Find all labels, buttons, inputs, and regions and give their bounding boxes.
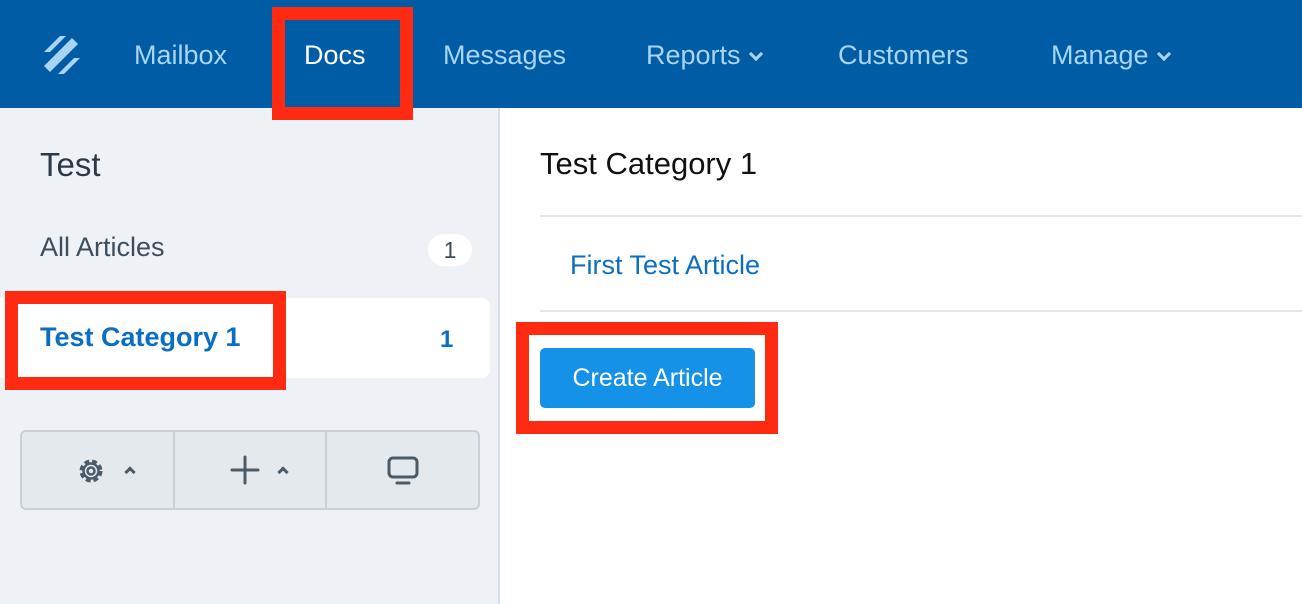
sidebar-item-all-articles[interactable]: All Articles 1 (0, 220, 490, 276)
sidebar: Test All Articles 1 Test Category 1 1 (0, 108, 500, 604)
helpscout-logo-icon[interactable] (40, 30, 84, 80)
nav-docs[interactable]: Docs (304, 38, 366, 72)
nav-mailbox[interactable]: Mailbox (134, 38, 227, 72)
chevron-up-icon (124, 466, 136, 478)
nav-reports[interactable]: Reports (646, 38, 763, 72)
article-link[interactable]: First Test Article (570, 250, 760, 281)
chevron-down-icon (748, 46, 763, 62)
chevron-up-icon (277, 466, 289, 478)
nav-customers[interactable]: Customers (838, 38, 969, 72)
chevron-down-icon (1156, 46, 1171, 62)
nav-messages[interactable]: Messages (443, 38, 566, 72)
sidebar-item-label: Test Category 1 (40, 322, 241, 352)
settings-menu-button[interactable] (22, 432, 175, 508)
plus-icon (230, 455, 260, 485)
count-badge: 1 (440, 326, 454, 353)
sidebar-item-test-category-1[interactable]: Test Category 1 1 (0, 298, 490, 378)
monitor-icon (387, 456, 419, 485)
create-article-button[interactable]: Create Article (540, 348, 755, 408)
collection-title: Test (40, 146, 101, 183)
view-site-button[interactable] (327, 432, 478, 508)
nav-reports-label: Reports (646, 40, 741, 70)
divider (540, 310, 1302, 312)
nav-manage-label: Manage (1051, 40, 1149, 70)
count-badge: 1 (428, 234, 472, 266)
sidebar-item-label: All Articles (40, 232, 165, 262)
gear-icon (79, 459, 103, 483)
nav-manage[interactable]: Manage (1051, 38, 1171, 72)
category-title: Test Category 1 (540, 146, 758, 181)
sidebar-toolbar (20, 430, 480, 510)
top-navigation-bar: Mailbox Docs Messages Reports Customers … (0, 0, 1302, 108)
divider (540, 215, 1302, 217)
add-menu-button[interactable] (175, 432, 328, 508)
